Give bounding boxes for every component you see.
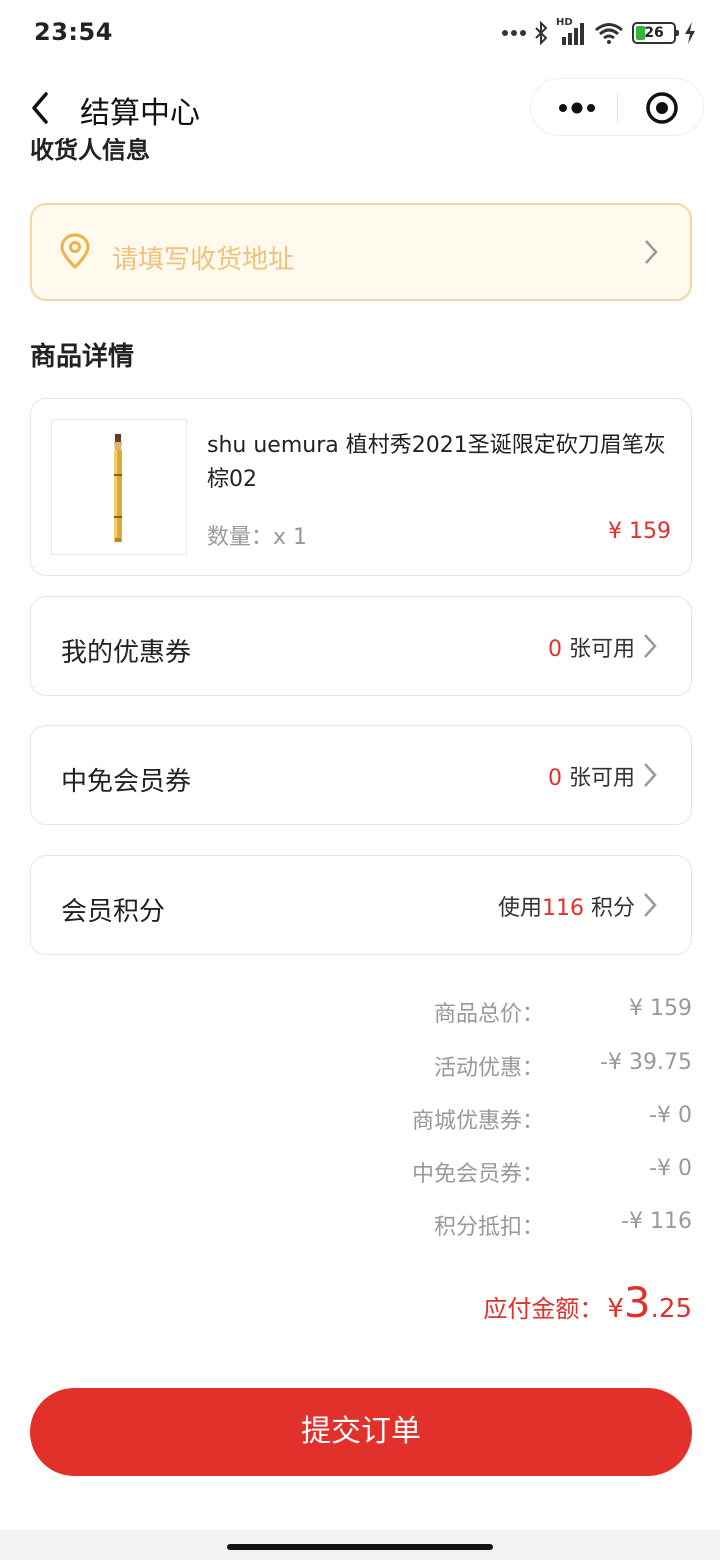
coupon-count: 0	[548, 637, 562, 662]
submit-order-button[interactable]: 提交订单	[30, 1388, 692, 1476]
product-quantity: 数量：x 1	[207, 519, 307, 551]
member-coupon-label: 中免会员券	[61, 767, 192, 797]
page-title: 结算中心	[80, 96, 200, 131]
member-coupon-available: 0 张可用	[548, 766, 635, 791]
wifi-icon	[595, 23, 623, 44]
summary-value: ¥ 159	[629, 996, 692, 1021]
points-row[interactable]: 会员积分 使用116 积分	[30, 855, 692, 955]
address-selector[interactable]: 请填写收货地址	[30, 203, 692, 301]
gesture-bar	[0, 1530, 720, 1560]
home-indicator[interactable]	[227, 1544, 493, 1550]
member-coupon-row[interactable]: 中免会员券 0 张可用	[30, 725, 692, 825]
eyebrow-pencil-image	[114, 434, 122, 542]
quantity-value: x 1	[273, 525, 308, 550]
points-count: 116	[542, 896, 584, 921]
status-icons: HD 26	[502, 17, 696, 46]
location-pin-icon	[60, 233, 90, 269]
battery-level: 26	[644, 25, 664, 41]
checkout-page: 23:54 HD 26 结算中心 收货人信息 请填写收货地址 商品详情 shu …	[0, 0, 720, 1560]
summary-value: -¥ 116	[621, 1209, 692, 1234]
points-label: 会员积分	[61, 897, 166, 927]
target-icon[interactable]	[645, 91, 679, 125]
payable-currency: ¥	[607, 1294, 624, 1324]
payable-integer: 3	[623, 1278, 651, 1327]
address-placeholder: 请填写收货地址	[112, 245, 295, 275]
payable-label: 应付金额：	[483, 1295, 604, 1323]
summary-row: 商城优惠券： -¥ 0	[0, 1103, 720, 1157]
payable-amount: 应付金额： ¥ 3 .25	[483, 1278, 692, 1327]
goods-section-title: 商品详情	[30, 342, 135, 372]
product-card[interactable]: shu uemura 植村秀2021圣诞限定砍刀眉笔灰棕02 数量：x 1 ¥ …	[30, 398, 692, 576]
product-name: shu uemura 植村秀2021圣诞限定砍刀眉笔灰棕02	[207, 433, 666, 492]
summary-value: -¥ 0	[649, 1103, 692, 1128]
member-coupon-count: 0	[548, 766, 562, 791]
summary-label: 商品总价：	[433, 1002, 544, 1027]
more-dots-icon[interactable]	[557, 99, 597, 117]
summary-row: 活动优惠： -¥ 39.75	[0, 1050, 720, 1104]
chevron-right-icon	[644, 634, 657, 658]
receiver-section-title: 收货人信息	[30, 138, 150, 164]
summary-label: 积分抵扣：	[433, 1215, 544, 1240]
summary-value: -¥ 39.75	[600, 1050, 692, 1075]
summary-value: -¥ 0	[649, 1156, 692, 1181]
status-time: 23:54	[34, 18, 113, 46]
status-bar: 23:54 HD 26	[0, 0, 720, 64]
chevron-left-icon[interactable]	[26, 88, 54, 128]
coupon-label: 我的优惠券	[61, 638, 192, 668]
summary-label: 商城优惠券：	[411, 1109, 544, 1134]
chevron-right-icon	[644, 893, 657, 917]
summary-label: 活动优惠：	[433, 1056, 544, 1081]
coupon-row[interactable]: 我的优惠券 0 张可用	[30, 596, 692, 696]
mini-program-capsule	[530, 78, 704, 136]
points-usage: 使用116 积分	[497, 896, 635, 921]
chevron-right-icon	[644, 763, 657, 787]
summary-row: 中免会员券： -¥ 0	[0, 1156, 720, 1210]
capsule-divider	[617, 93, 618, 123]
product-price: ¥ 159	[608, 519, 671, 544]
more-dots-icon	[502, 30, 526, 36]
quantity-label: 数量：	[207, 525, 274, 550]
chevron-right-icon	[645, 240, 658, 264]
summary-row: 积分抵扣： -¥ 116	[0, 1209, 720, 1263]
charging-icon	[685, 22, 695, 44]
payable-decimal: .25	[650, 1294, 692, 1324]
bluetooth-icon	[535, 21, 548, 45]
summary-row: 商品总价： ¥ 159	[0, 996, 720, 1050]
summary-label: 中免会员券：	[411, 1162, 544, 1187]
battery-icon: 26	[632, 22, 679, 44]
signal-icon: HD	[556, 17, 586, 45]
product-image	[51, 419, 187, 555]
coupon-available: 0 张可用	[548, 637, 635, 662]
